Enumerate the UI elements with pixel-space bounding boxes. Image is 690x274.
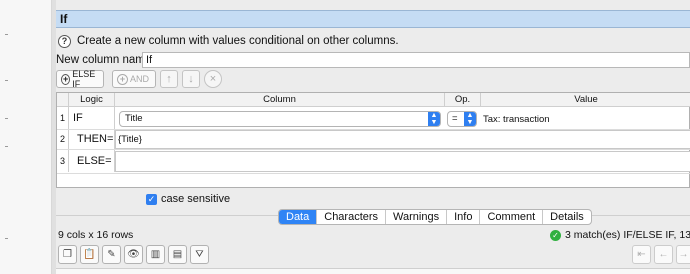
copy-icon[interactable]: ❐ [58, 245, 77, 264]
paste-icon[interactable]: 📋 [80, 245, 99, 264]
rows-icon[interactable]: ▤ [168, 245, 187, 264]
else-expression-input[interactable] [115, 151, 690, 172]
operator-select[interactable]: = ▲ ▼ [447, 111, 477, 127]
eye-icon[interactable]: 👁 [124, 245, 143, 264]
tab-comment[interactable]: Comment [480, 210, 544, 224]
logic-header: Logic [69, 93, 115, 107]
and-label: AND [130, 74, 150, 84]
logic-toolbar: + ELSE IF + AND ↑ ↓ × [56, 69, 690, 90]
dialog-title: If [56, 10, 690, 28]
row-number: 2 [57, 130, 69, 149]
then-expression-value: {Title} [118, 134, 142, 145]
tab-info[interactable]: Info [447, 210, 481, 224]
preview-tabs: Data Characters Warnings Info Comment De… [278, 209, 592, 225]
op-header: Op. [445, 93, 481, 107]
panel-marker [5, 118, 8, 119]
edit-icon[interactable]: ✎ [102, 245, 121, 264]
prev-page-icon[interactable]: ← [654, 245, 673, 264]
tab-warnings[interactable]: Warnings [386, 210, 448, 224]
column-select[interactable]: Title ▲ ▼ [119, 111, 441, 127]
new-column-name-input[interactable]: If [142, 52, 690, 68]
tab-details[interactable]: Details [543, 210, 591, 224]
panel-marker [5, 238, 8, 239]
new-column-row: New column name: If [56, 52, 690, 68]
logic-cell: IF [69, 107, 115, 129]
side-panel [0, 0, 52, 274]
move-down-icon[interactable]: ↓ [182, 70, 200, 88]
value-cell[interactable]: Tax: transaction [483, 114, 550, 125]
data-toolbar: ❐ 📋 ✎ 👁 ▥ ▤ ⛛ ⇤ ← → [56, 245, 690, 265]
row-number: 1 [57, 107, 69, 129]
help-row: ? Create a new column with values condit… [56, 33, 399, 49]
columns-icon[interactable]: ▥ [146, 245, 165, 264]
and-button[interactable]: + AND [112, 70, 156, 88]
else-if-button[interactable]: + ELSE IF [56, 69, 104, 89]
first-page-icon[interactable]: ⇤ [632, 245, 651, 264]
column-select-value: Title [125, 113, 143, 124]
row-number-header [57, 93, 69, 107]
new-column-label: New column name: [56, 54, 155, 66]
if-dialog: If ? Create a new column with values con… [56, 0, 690, 274]
help-text: Create a new column with values conditio… [77, 35, 399, 47]
logic-cell: ELSE= [69, 150, 115, 172]
plus-icon: + [117, 73, 128, 85]
case-sensitive-checkbox[interactable]: ✓ case sensitive [146, 192, 230, 206]
table-size-text: 9 cols x 16 rows [58, 229, 134, 241]
then-expression-input[interactable]: {Title} [115, 130, 690, 149]
tab-characters[interactable]: Characters [317, 210, 387, 224]
row-divider [57, 173, 690, 174]
panel-marker [5, 34, 8, 35]
help-icon[interactable]: ? [58, 34, 71, 48]
case-sensitive-label: case sensitive [161, 193, 231, 205]
next-page-icon[interactable]: → [676, 245, 690, 264]
row-divider [57, 149, 690, 150]
logic-cell: THEN= [69, 130, 115, 149]
match-status: ✓ 3 match(es) IF/ELSE IF, 13 m [550, 229, 690, 241]
plus-icon: + [61, 73, 71, 85]
else-if-label: ELSE IF [72, 69, 96, 89]
grid-top-edge [56, 268, 690, 274]
match-text: 3 match(es) IF/ELSE IF, 13 m [565, 229, 690, 241]
delete-icon[interactable]: × [204, 70, 222, 88]
row-number: 3 [57, 150, 69, 172]
checkbox-checked-icon: ✓ [146, 193, 157, 205]
value-header: Value [481, 93, 690, 107]
select-arrows-icon: ▲ ▼ [428, 112, 440, 126]
check-circle-icon: ✓ [550, 229, 561, 241]
filter-icon[interactable]: ⛛ [190, 245, 209, 264]
move-up-icon[interactable]: ↑ [160, 70, 178, 88]
status-bar: 9 cols x 16 rows ✓ 3 match(es) IF/ELSE I… [56, 229, 690, 243]
condition-grid: Logic Column Op. Value 1 IF Title ▲ ▼ = ▲… [56, 92, 690, 188]
panel-marker [5, 146, 8, 147]
select-arrows-icon: ▲ ▼ [464, 112, 476, 126]
column-header: Column [115, 93, 445, 107]
operator-value: = [452, 113, 458, 124]
tab-data[interactable]: Data [279, 210, 318, 224]
panel-marker [5, 80, 8, 81]
